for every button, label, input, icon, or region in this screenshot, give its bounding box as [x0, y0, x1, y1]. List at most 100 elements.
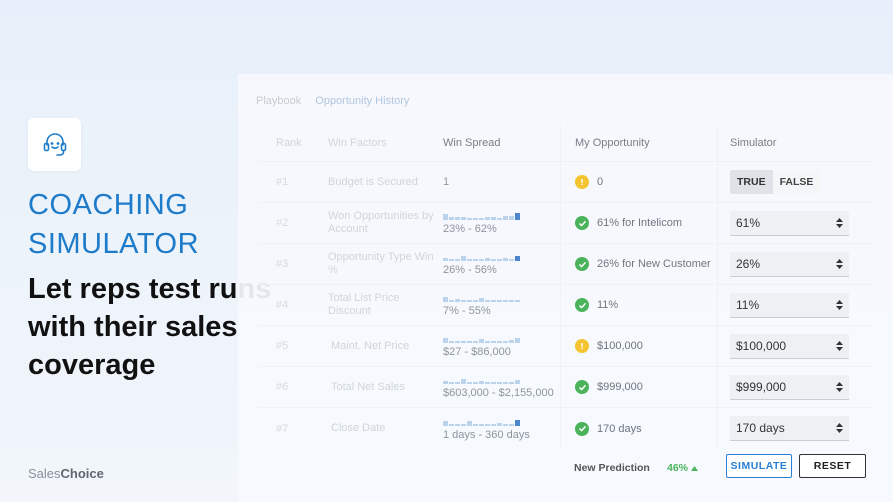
table-row: #1 Budget is Secured 1 0 TRUE FALSE [258, 162, 873, 203]
simulator-stepper[interactable]: 61% [730, 210, 849, 236]
stepper-value[interactable]: $100,000 [736, 339, 786, 353]
stepper-down-icon[interactable] [836, 305, 843, 310]
stepper-arrows[interactable] [836, 381, 843, 392]
row-rank: #6 [276, 381, 289, 393]
warning-icon [575, 339, 589, 353]
spread-range: 7% - 55% [443, 305, 491, 317]
check-icon [575, 421, 589, 436]
table-row: #5 Maint. Net Price $27 - $86,000 $100,0… [258, 326, 873, 367]
stepper-value[interactable]: $999,000 [736, 380, 786, 394]
brand-logo: SalesChoice [28, 466, 104, 481]
row-my-opportunity: 0 [560, 162, 717, 202]
stepper-arrows[interactable] [836, 217, 843, 228]
stepper-up-icon[interactable] [836, 381, 843, 386]
row-simulator: $999,000 [717, 367, 873, 407]
row-rank: #4 [276, 299, 289, 311]
stepper-value[interactable]: 170 days [736, 421, 785, 435]
row-factor: Close Date [331, 422, 386, 434]
brand-part1: Sales [28, 466, 61, 481]
win-factors-table: Rank Win Factors Win Spread My Opportuni… [258, 125, 873, 449]
row-factor: Total Net Sales [331, 380, 405, 393]
table-row: #6 Total Net Sales $603,000 - $2,155,000… [258, 367, 873, 408]
header-my-opportunity: My Opportunity [560, 125, 717, 161]
row-rank: #1 [276, 176, 289, 188]
simulator-stepper[interactable]: $100,000 [730, 333, 849, 359]
simulator-stepper[interactable]: 11% [730, 292, 849, 318]
spread-sparkline [443, 334, 520, 343]
tab-opportunity-history[interactable]: Opportunity History [315, 95, 409, 107]
panel-tabs: Playbook Opportunity History [256, 95, 409, 107]
warning-icon [575, 175, 589, 189]
stepper-down-icon[interactable] [836, 264, 843, 269]
stepper-up-icon[interactable] [836, 258, 843, 263]
tab-playbook[interactable]: Playbook [256, 95, 301, 107]
stepper-up-icon[interactable] [836, 299, 843, 304]
stepper-value[interactable]: 61% [736, 216, 760, 230]
spread-sparkline [443, 293, 520, 302]
table-row: #7 Close Date 1 days - 360 days 170 days… [258, 408, 873, 449]
stepper-down-icon[interactable] [836, 223, 843, 228]
toggle-false[interactable]: FALSE [772, 170, 821, 194]
my-opportunity-value: 61% for Intelicom [597, 217, 682, 229]
row-simulator: 61% [717, 203, 873, 243]
stepper-down-icon[interactable] [836, 429, 843, 433]
row-simulator: $100,000 [717, 326, 873, 366]
stepper-down-icon[interactable] [836, 346, 843, 351]
row-spread: $603,000 - $2,155,000 [443, 367, 558, 407]
row-my-opportunity: 11% [560, 285, 717, 325]
simulator-stepper[interactable]: 26% [730, 251, 849, 277]
reset-button[interactable]: RESET [799, 454, 866, 478]
row-factor: Budget is Secured [328, 175, 418, 188]
row-spread: 26% - 56% [443, 244, 558, 284]
check-icon [575, 380, 589, 394]
my-opportunity-value: 11% [597, 299, 619, 311]
stepper-arrows[interactable] [836, 299, 843, 310]
row-simulator: 26% [717, 244, 873, 284]
simulator-footer: New Prediction 46% SIMULATE RESET [258, 450, 873, 486]
header-rank: Rank [276, 137, 302, 149]
stepper-down-icon[interactable] [836, 387, 843, 392]
stepper-arrows[interactable] [836, 340, 843, 351]
row-spread: $27 - $86,000 [443, 326, 558, 366]
stepper-arrows[interactable] [836, 258, 843, 269]
stepper-up-icon[interactable] [836, 217, 843, 222]
spread-range: 1 [443, 176, 450, 188]
header-win-factors: Win Factors [328, 136, 387, 149]
stepper-value[interactable]: 11% [736, 298, 759, 312]
row-simulator: 11% [717, 285, 873, 325]
row-my-opportunity: $100,000 [560, 326, 717, 366]
check-icon [575, 216, 589, 230]
my-opportunity-value: 26% for New Customer [597, 258, 711, 270]
spread-sparkline [443, 211, 520, 220]
table-header-row: Rank Win Factors Win Spread My Opportuni… [258, 125, 873, 162]
stepper-up-icon[interactable] [836, 340, 843, 345]
new-prediction-label: New Prediction [574, 462, 650, 474]
spread-range: 26% - 56% [443, 264, 497, 276]
toggle-true[interactable]: TRUE [730, 170, 773, 194]
row-simulator: 170 days [717, 408, 873, 449]
my-opportunity-value: $999,000 [597, 381, 643, 393]
spread-sparkline [443, 252, 520, 261]
simulator-stepper[interactable]: $999,000 [730, 374, 849, 400]
simulate-button[interactable]: SIMULATE [726, 454, 792, 478]
table-row: #3 Opportunity Type Win % 26% - 56% 26% … [258, 244, 873, 285]
brand-part2: Choice [60, 466, 104, 481]
spread-range: $27 - $86,000 [443, 346, 511, 358]
stepper-up-icon[interactable] [836, 423, 843, 427]
row-my-opportunity: 170 days [560, 408, 717, 449]
stepper-arrows[interactable] [836, 423, 843, 433]
row-spread: 1 days - 360 days [443, 408, 558, 449]
hero-title: COACHING SIMULATOR [28, 189, 200, 260]
row-factor: Opportunity Type Win % [328, 251, 434, 276]
row-spread: 1 [443, 162, 558, 202]
my-opportunity-value: $100,000 [597, 340, 643, 352]
true-false-toggle: TRUE FALSE [730, 170, 821, 194]
spread-range: 1 days - 360 days [443, 428, 530, 441]
simulator-stepper[interactable]: 170 days [730, 416, 849, 441]
stepper-value[interactable]: 26% [736, 257, 760, 271]
check-icon [575, 257, 589, 271]
row-rank: #2 [276, 217, 289, 229]
my-opportunity-value: 0 [597, 176, 604, 188]
row-rank: #7 [276, 422, 289, 435]
row-factor: Maint. Net Price [331, 339, 410, 352]
